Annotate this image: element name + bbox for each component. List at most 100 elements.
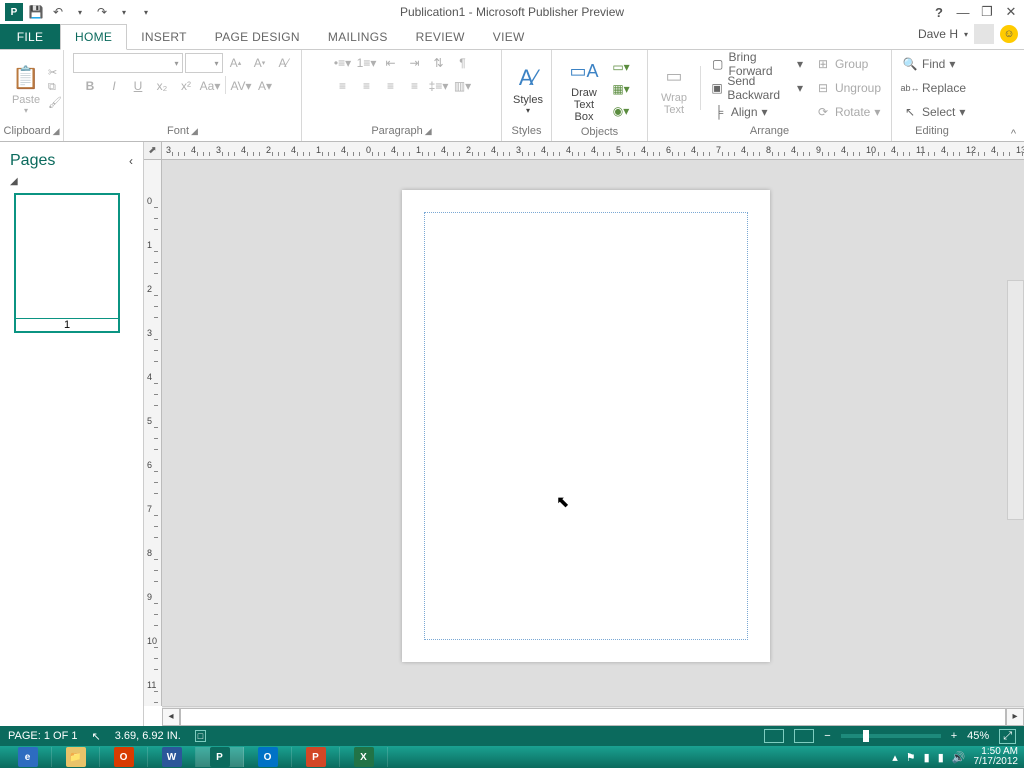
- fit-page-button[interactable]: ⤢: [999, 729, 1016, 744]
- save-button[interactable]: 💾: [26, 2, 46, 22]
- vertical-scrollbar[interactable]: [1007, 280, 1024, 520]
- help-button[interactable]: ?: [930, 3, 948, 21]
- minimize-button[interactable]: —: [954, 3, 972, 21]
- clipboard-launcher[interactable]: ◢: [53, 126, 60, 137]
- tab-view[interactable]: VIEW: [479, 24, 539, 49]
- select-button[interactable]: ↖Select ▾: [898, 101, 970, 123]
- undo-dropdown[interactable]: ▾: [70, 2, 90, 22]
- replace-button[interactable]: ab↔Replace: [898, 77, 970, 99]
- table-button[interactable]: ▦▾: [610, 79, 632, 99]
- align-left-button[interactable]: ≡: [332, 76, 354, 96]
- tab-pagedesign[interactable]: PAGE DESIGN: [201, 24, 314, 49]
- bullets-button[interactable]: •≡▾: [332, 53, 354, 73]
- group-button[interactable]: ⊞Group: [811, 53, 885, 75]
- task-outlook[interactable]: O: [244, 747, 292, 767]
- task-ie[interactable]: e: [4, 747, 52, 767]
- close-button[interactable]: ✕: [1002, 3, 1020, 21]
- text-effects-button[interactable]: A▾: [254, 76, 276, 96]
- tab-mailings[interactable]: MAILINGS: [314, 24, 402, 49]
- rotate-button[interactable]: ⟳Rotate ▾: [811, 101, 885, 123]
- horizontal-scrollbar[interactable]: ◂ ▸: [162, 706, 1024, 726]
- maximize-button[interactable]: ❐: [978, 3, 996, 21]
- cut-button[interactable]: ✂: [48, 66, 62, 80]
- status-coords[interactable]: 3.69, 6.92 IN.: [115, 730, 181, 742]
- single-page-view-button[interactable]: [764, 729, 784, 743]
- tab-file[interactable]: FILE: [0, 24, 60, 49]
- align-center-button[interactable]: ≡: [356, 76, 378, 96]
- numbering-button[interactable]: 1≡▾: [356, 53, 378, 73]
- tab-review[interactable]: REVIEW: [402, 24, 479, 49]
- paragraph-marks-button[interactable]: ¶: [452, 53, 474, 73]
- scroll-right-button[interactable]: ▸: [1006, 708, 1024, 726]
- tray-network-icon[interactable]: ▮: [938, 751, 944, 764]
- shapes-button[interactable]: ◉▾: [610, 101, 632, 121]
- zoom-slider[interactable]: [841, 734, 941, 738]
- tray-flag-icon[interactable]: ⚑: [906, 751, 916, 764]
- bold-button[interactable]: B: [79, 76, 101, 96]
- task-explorer[interactable]: 📁: [52, 747, 100, 767]
- subscript-button[interactable]: x₂: [151, 76, 173, 96]
- avatar[interactable]: [974, 24, 994, 44]
- char-spacing-button[interactable]: AV▾: [230, 76, 252, 96]
- horizontal-ruler[interactable]: 343424140414243444546474849410411412413: [144, 142, 1024, 160]
- two-page-view-button[interactable]: [794, 729, 814, 743]
- task-powerpoint[interactable]: P: [292, 747, 340, 767]
- format-painter-button[interactable]: 🖌: [48, 96, 62, 110]
- undo-button[interactable]: ↶: [48, 2, 68, 22]
- feedback-smiley-icon[interactable]: ☺: [1000, 25, 1018, 43]
- text-direction-button[interactable]: ⇅: [428, 53, 450, 73]
- task-office[interactable]: O: [100, 747, 148, 767]
- styles-button[interactable]: A⁄ Styles ▾: [508, 60, 548, 117]
- app-icon[interactable]: P: [4, 2, 24, 22]
- font-size-combo[interactable]: ▾: [185, 53, 223, 73]
- zoom-out-button[interactable]: −: [824, 730, 830, 742]
- ungroup-button[interactable]: ⊟Ungroup: [811, 77, 885, 99]
- tray-power-icon[interactable]: ▮: [924, 751, 930, 764]
- align-right-button[interactable]: ≡: [380, 76, 402, 96]
- page-thumbnail-1[interactable]: 1: [14, 193, 120, 333]
- object-size-icon[interactable]: □: [195, 730, 206, 742]
- grow-font-button[interactable]: A▴: [225, 53, 247, 73]
- draw-textbox-button[interactable]: ▭A Draw Text Box: [558, 53, 610, 125]
- redo-dropdown[interactable]: ▾: [114, 2, 134, 22]
- tray-clock[interactable]: 1:50 AM 7/17/2012: [974, 747, 1019, 767]
- vertical-ruler[interactable]: 01234567891011: [144, 160, 162, 706]
- bring-forward-button[interactable]: ▢Bring Forward ▾: [707, 53, 807, 75]
- paragraph-launcher[interactable]: ◢: [425, 126, 432, 137]
- copy-button[interactable]: ⧉: [48, 81, 62, 95]
- columns-button[interactable]: ▥▾: [452, 76, 474, 96]
- scroll-left-button[interactable]: ◂: [162, 708, 180, 726]
- font-name-combo[interactable]: ▾: [73, 53, 183, 73]
- zoom-in-button[interactable]: +: [951, 730, 957, 742]
- find-button[interactable]: 🔍Find ▾: [898, 53, 970, 75]
- tray-volume-icon[interactable]: 🔊: [952, 751, 966, 764]
- wrap-text-button[interactable]: ▭ Wrap Text: [654, 58, 694, 118]
- task-publisher[interactable]: P: [196, 747, 244, 767]
- send-backward-button[interactable]: ▣Send Backward ▾: [707, 77, 807, 99]
- paste-button[interactable]: 📋 Paste ▾: [6, 60, 46, 117]
- align-button[interactable]: ╞Align ▾: [707, 101, 807, 123]
- justify-button[interactable]: ≡: [404, 76, 426, 96]
- task-excel[interactable]: X: [340, 747, 388, 767]
- qat-customize[interactable]: ▾: [136, 2, 156, 22]
- change-case-button[interactable]: Aa▾: [199, 76, 221, 96]
- redo-button[interactable]: ↷: [92, 2, 112, 22]
- underline-button[interactable]: U: [127, 76, 149, 96]
- increase-indent-button[interactable]: ⇥: [404, 53, 426, 73]
- line-spacing-button[interactable]: ‡≡▾: [428, 76, 450, 96]
- user-dropdown[interactable]: ▾: [964, 30, 968, 39]
- tab-insert[interactable]: INSERT: [127, 24, 201, 49]
- superscript-button[interactable]: x²: [175, 76, 197, 96]
- tab-home[interactable]: HOME: [60, 24, 127, 50]
- font-launcher[interactable]: ◢: [191, 126, 198, 137]
- pages-section-toggle[interactable]: ◢: [0, 176, 143, 187]
- status-page[interactable]: PAGE: 1 OF 1: [8, 730, 78, 742]
- canvas[interactable]: ⬉: [162, 160, 1024, 706]
- picture-button[interactable]: ▭▾: [610, 57, 632, 77]
- shrink-font-button[interactable]: A▾: [249, 53, 271, 73]
- italic-button[interactable]: I: [103, 76, 125, 96]
- collapse-ribbon-button[interactable]: ^: [1011, 128, 1016, 140]
- decrease-indent-button[interactable]: ⇤: [380, 53, 402, 73]
- pages-collapse-button[interactable]: ‹: [129, 154, 133, 168]
- page-surface[interactable]: [402, 190, 770, 662]
